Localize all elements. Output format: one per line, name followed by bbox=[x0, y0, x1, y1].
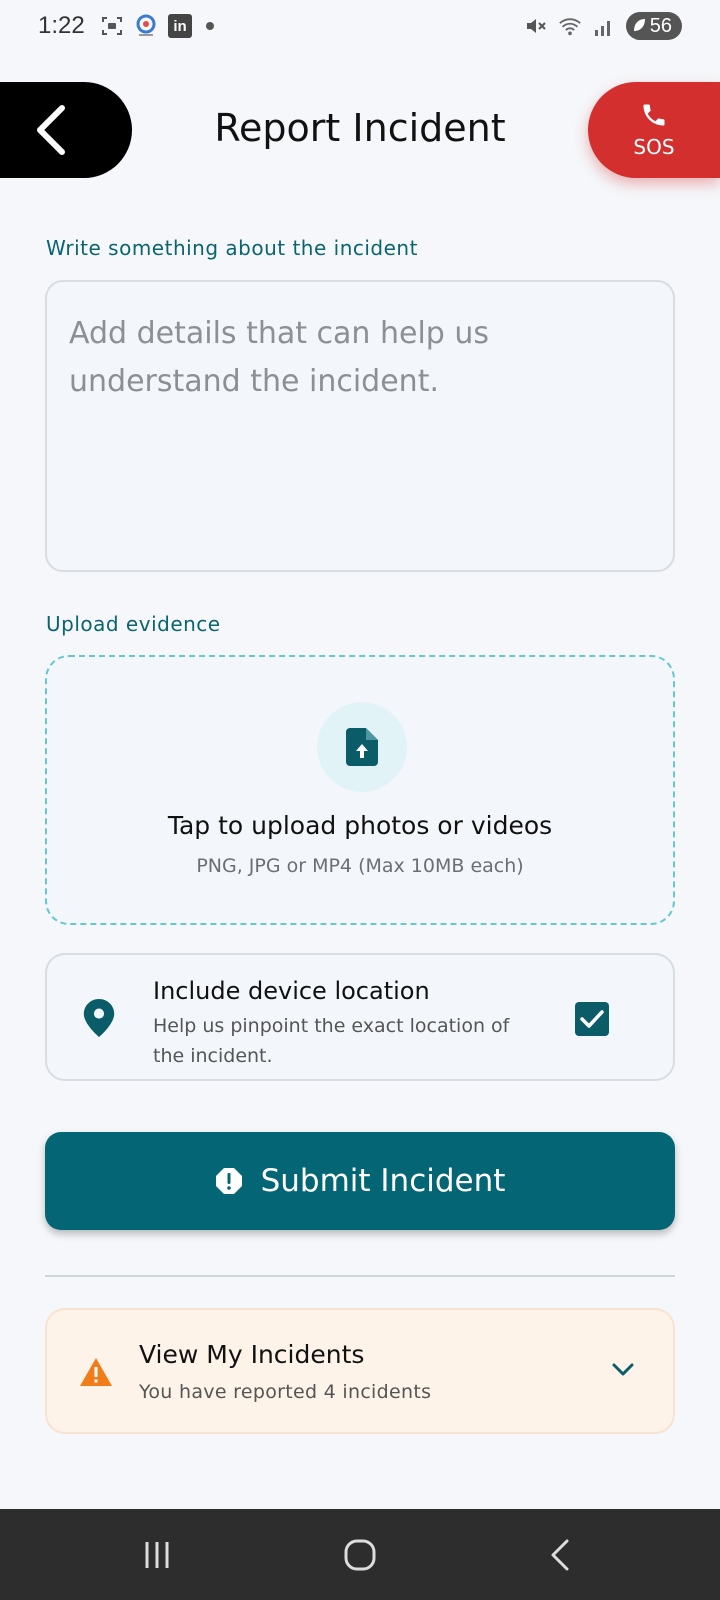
alert-octagon-icon bbox=[215, 1168, 242, 1194]
home-icon bbox=[344, 1539, 376, 1571]
linkedin-icon: in bbox=[168, 14, 192, 38]
file-upload-icon bbox=[346, 728, 378, 766]
submit-incident-button[interactable]: Submit Incident bbox=[45, 1132, 675, 1230]
battery-saver-icon bbox=[633, 19, 645, 31]
more-notifications-icon bbox=[206, 22, 214, 30]
divider bbox=[45, 1275, 675, 1277]
incidents-subtitle: You have reported 4 incidents bbox=[139, 1381, 432, 1403]
incidents-title: View My Incidents bbox=[139, 1340, 365, 1369]
phone-icon bbox=[643, 104, 665, 126]
screenshot-icon bbox=[100, 14, 124, 38]
location-checkbox[interactable] bbox=[575, 1002, 609, 1036]
view-my-incidents-card[interactable]: View My Incidents You have reported 4 in… bbox=[45, 1308, 675, 1434]
system-back-button[interactable] bbox=[540, 1537, 580, 1573]
upload-subtitle: PNG, JPG or MP4 (Max 10MB each) bbox=[196, 855, 524, 877]
description-label: Write something about the incident bbox=[46, 236, 418, 260]
include-location-card[interactable]: Include device location Help us pinpoint… bbox=[45, 953, 675, 1081]
upload-icon-container bbox=[317, 702, 407, 792]
sos-button[interactable]: SOS bbox=[588, 82, 720, 178]
location-subtitle: Help us pinpoint the exact location of t… bbox=[153, 1015, 510, 1067]
mute-icon bbox=[524, 14, 548, 38]
system-navigation-bar bbox=[0, 1509, 720, 1600]
upload-evidence-dropzone[interactable]: Tap to upload photos or videos PNG, JPG … bbox=[45, 655, 675, 925]
status-system-icons: 56 bbox=[524, 12, 682, 40]
status-notification-icons: in bbox=[100, 14, 214, 38]
location-title: Include device location bbox=[153, 977, 430, 1005]
warning-icon bbox=[80, 1358, 112, 1386]
status-bar: 1:22 in 56 bbox=[0, 0, 720, 52]
sos-label: SOS bbox=[633, 135, 675, 159]
recent-apps-icon bbox=[145, 1542, 169, 1568]
upload-title: Tap to upload photos or videos bbox=[167, 811, 553, 840]
wifi-icon bbox=[558, 14, 582, 38]
battery-level: 56 bbox=[649, 15, 672, 37]
system-back-icon bbox=[551, 1539, 569, 1571]
location-pin-icon bbox=[83, 999, 115, 1037]
upload-label: Upload evidence bbox=[46, 612, 221, 636]
recent-apps-button[interactable] bbox=[137, 1537, 177, 1573]
battery-indicator: 56 bbox=[625, 12, 682, 40]
home-button[interactable] bbox=[340, 1537, 380, 1573]
checkmark-icon bbox=[580, 1010, 604, 1028]
incident-description-input[interactable] bbox=[45, 280, 675, 572]
submit-label: Submit Incident bbox=[260, 1163, 506, 1199]
status-time: 1:22 bbox=[38, 12, 85, 39]
signal-icon bbox=[592, 14, 616, 38]
chevron-down-icon bbox=[612, 1363, 634, 1376]
app-logo-icon bbox=[134, 14, 158, 38]
